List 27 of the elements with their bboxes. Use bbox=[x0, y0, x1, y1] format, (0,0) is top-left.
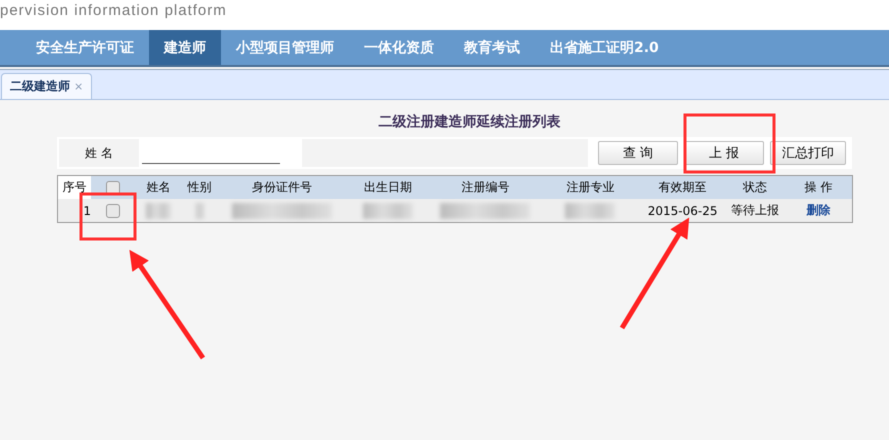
blurred-text bbox=[363, 202, 413, 218]
column-header: 操 作 bbox=[785, 176, 852, 199]
nav-tab[interactable]: 建造师 bbox=[149, 30, 221, 65]
field-label: 姓 名 bbox=[59, 139, 139, 167]
column-header: 性别 bbox=[180, 176, 219, 199]
blurred-text bbox=[196, 202, 204, 218]
action-button[interactable]: 汇总打印 bbox=[770, 141, 846, 165]
column-header: 状态 bbox=[725, 176, 786, 199]
table-cell: 1 bbox=[58, 199, 91, 222]
column-header: 注册编号 bbox=[430, 176, 540, 199]
column-header: 出生日期 bbox=[346, 176, 430, 199]
action-button[interactable]: 上 报 bbox=[684, 141, 764, 165]
list-title: 二级注册建造师延续注册列表 bbox=[378, 113, 560, 131]
table-cell: 2015-06-25 bbox=[640, 199, 726, 222]
column-header: 有效期至 bbox=[640, 176, 726, 199]
action-button[interactable]: 查 询 bbox=[598, 141, 678, 165]
blurred-text bbox=[146, 202, 171, 218]
column-header: 姓名 bbox=[136, 176, 181, 199]
blurred-text bbox=[565, 202, 616, 218]
page-tab[interactable]: 二级建造师 × bbox=[1, 73, 92, 99]
column-header: 身份证件号 bbox=[218, 176, 346, 199]
column-header: 注册专业 bbox=[540, 176, 640, 199]
table-cell: 等待上报 bbox=[725, 199, 786, 222]
site-subtitle: pervision information platform bbox=[0, 2, 227, 19]
checkbox[interactable] bbox=[106, 204, 120, 218]
highlight-box bbox=[80, 192, 136, 240]
column-header: 序号 bbox=[58, 176, 91, 199]
